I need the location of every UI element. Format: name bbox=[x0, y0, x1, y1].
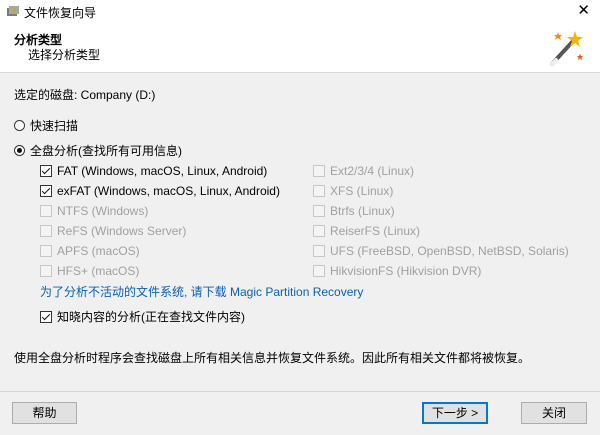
radio-selected-icon[interactable] bbox=[14, 145, 25, 156]
fs-checkbox-refs: ReFS (Windows Server) bbox=[40, 224, 186, 238]
download-partition-recovery-link[interactable]: 为了分析不活动的文件系统, 请下载 Magic Partition Recove… bbox=[40, 283, 363, 300]
fs-checkbox-btrfs: Btrfs (Linux) bbox=[313, 204, 395, 218]
window-title: 文件恢复向导 bbox=[24, 6, 97, 20]
full-analysis-radio[interactable]: 全盘分析(查找所有可用信息) bbox=[14, 142, 182, 159]
wizard-header: 分析类型 选择分析类型 bbox=[0, 22, 600, 73]
checkbox-disabled-icon bbox=[313, 185, 325, 197]
magic-wand-icon bbox=[550, 31, 583, 66]
help-button[interactable]: 帮助 bbox=[12, 402, 77, 424]
checkbox-disabled-icon bbox=[313, 225, 325, 237]
checkbox-disabled-icon bbox=[40, 205, 52, 217]
close-window-button[interactable]: ✕ bbox=[577, 2, 590, 20]
fs-label: exFAT (Windows, macOS, Linux, Android) bbox=[57, 184, 280, 198]
fs-label: APFS (macOS) bbox=[57, 244, 140, 258]
step-subtitle: 选择分析类型 bbox=[28, 48, 101, 62]
fs-checkbox-exfat[interactable]: exFAT (Windows, macOS, Linux, Android) bbox=[40, 184, 280, 198]
checkbox-checked-icon[interactable] bbox=[40, 310, 52, 323]
wizard-footer: 帮助 下一步 > 关闭 bbox=[0, 391, 600, 435]
fs-label: Ext2/3/4 (Linux) bbox=[330, 164, 415, 178]
checkbox-checked-icon[interactable] bbox=[40, 165, 52, 177]
fs-label: Btrfs (Linux) bbox=[330, 204, 395, 218]
checkbox-checked-icon[interactable] bbox=[40, 185, 52, 197]
next-button[interactable]: 下一步 > bbox=[422, 402, 488, 424]
fs-checkbox-ufs: UFS (FreeBSD, OpenBSD, NetBSD, Solaris) bbox=[313, 244, 569, 258]
checkbox-disabled-icon bbox=[313, 245, 325, 257]
content-aware-checkbox[interactable]: 知晓内容的分析(正在查找文件内容) bbox=[40, 308, 245, 325]
quick-scan-label: 快速扫描 bbox=[30, 119, 79, 133]
quick-scan-radio[interactable]: 快速扫描 bbox=[14, 117, 78, 134]
app-icon bbox=[7, 6, 19, 16]
fs-checkbox-xfs: XFS (Linux) bbox=[313, 184, 393, 198]
wizard-content: 选定的磁盘: Company (D:) 快速扫描 全盘分析(查找所有可用信息) … bbox=[0, 73, 600, 391]
fs-label: HikvisionFS (Hikvision DVR) bbox=[330, 264, 482, 278]
fs-checkbox-apfs: APFS (macOS) bbox=[40, 244, 140, 258]
full-analysis-note: 使用全盘分析时程序会查找磁盘上所有相关信息并恢复文件系统。因此所有相关文件都将被… bbox=[14, 351, 531, 365]
checkbox-disabled-icon bbox=[40, 225, 52, 237]
close-button[interactable]: 关闭 bbox=[521, 402, 587, 424]
selected-disk-label: 选定的磁盘: Company (D:) bbox=[14, 88, 156, 102]
fs-checkbox-hikvisionfs: HikvisionFS (Hikvision DVR) bbox=[313, 264, 481, 278]
fs-label: ReiserFS (Linux) bbox=[330, 224, 421, 238]
radio-icon[interactable] bbox=[14, 120, 25, 131]
checkbox-disabled-icon bbox=[40, 245, 52, 257]
fs-checkbox-hfs: HFS+ (macOS) bbox=[40, 264, 139, 278]
content-aware-label: 知晓内容的分析(正在查找文件内容) bbox=[57, 310, 245, 324]
fs-checkbox-reiserfs: ReiserFS (Linux) bbox=[313, 224, 420, 238]
fs-label: XFS (Linux) bbox=[330, 184, 394, 198]
full-analysis-label: 全盘分析(查找所有可用信息) bbox=[30, 144, 182, 158]
fs-checkbox-fat[interactable]: FAT (Windows, macOS, Linux, Android) bbox=[40, 164, 267, 178]
fs-label: HFS+ (macOS) bbox=[57, 264, 140, 278]
checkbox-disabled-icon bbox=[313, 165, 325, 177]
fs-checkbox-ext: Ext2/3/4 (Linux) bbox=[313, 164, 414, 178]
fs-checkbox-ntfs: NTFS (Windows) bbox=[40, 204, 148, 218]
fs-label: UFS (FreeBSD, OpenBSD, NetBSD, Solaris) bbox=[330, 244, 569, 258]
checkbox-disabled-icon bbox=[313, 205, 325, 217]
fs-label: NTFS (Windows) bbox=[57, 204, 149, 218]
fs-label: ReFS (Windows Server) bbox=[57, 224, 187, 238]
title-bar: 文件恢复向导 ✕ bbox=[0, 0, 600, 22]
checkbox-disabled-icon bbox=[313, 265, 325, 277]
fs-label: FAT (Windows, macOS, Linux, Android) bbox=[57, 164, 268, 178]
checkbox-disabled-icon bbox=[40, 265, 52, 277]
